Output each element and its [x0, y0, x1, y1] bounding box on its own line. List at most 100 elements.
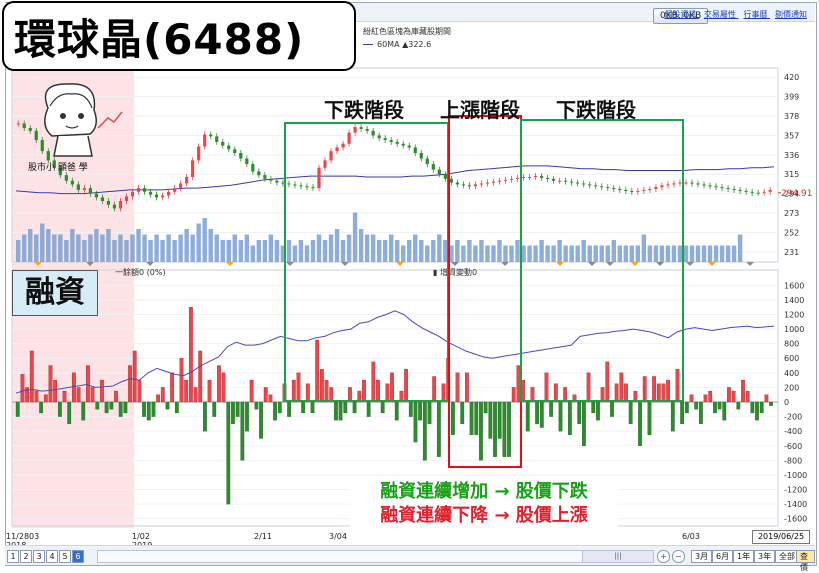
candle-body	[564, 180, 568, 182]
candle-body	[696, 183, 700, 185]
volume-bar	[142, 234, 147, 262]
page-1[interactable]: 1	[7, 550, 19, 563]
page-6[interactable]: 6	[72, 550, 84, 563]
range-6m-button[interactable]: 6月	[712, 550, 734, 563]
volume-bar	[491, 245, 496, 262]
volume-bar	[587, 245, 592, 262]
margin-change-bar	[549, 401, 554, 417]
range-3y-button[interactable]: 3年	[754, 550, 776, 563]
page-title: 環球晶(6488)	[14, 14, 305, 64]
margin-change-bar	[170, 372, 175, 403]
volume-bar	[707, 245, 713, 262]
candle-body	[768, 189, 772, 192]
candle-body	[419, 152, 423, 159]
margin-change-bar	[483, 401, 488, 414]
margin-change-bar	[114, 390, 118, 403]
zoom-out-icon[interactable]: −	[672, 550, 685, 563]
range-1y-button[interactable]: 1年	[733, 550, 755, 563]
margin-change-bar	[427, 401, 432, 425]
page-4[interactable]: 4	[46, 550, 58, 563]
margin-change-bar	[507, 401, 511, 457]
volume-bar	[503, 245, 508, 262]
volume-bar	[304, 245, 310, 262]
margin-tick-label: 800	[784, 340, 799, 349]
current-price-label: 294.91	[781, 189, 813, 199]
volume-bar	[196, 223, 201, 262]
candle-body	[335, 147, 339, 152]
date-box[interactable]: 2019/06/25	[752, 530, 810, 544]
volume-bar	[467, 240, 472, 262]
volume-bar	[154, 234, 159, 262]
margin-change-bar	[188, 307, 193, 403]
volume-bar	[497, 240, 502, 262]
candle-body	[124, 196, 129, 202]
candle-body	[167, 191, 171, 196]
query-button[interactable]: 查價	[796, 550, 815, 572]
volume-bar	[641, 234, 647, 262]
margin-change-bar	[334, 401, 338, 421]
price-tick-label: 231	[784, 248, 799, 257]
margin-change-bar	[493, 401, 497, 457]
volume-bar	[208, 229, 213, 262]
volume-bar	[443, 240, 448, 262]
volume-bar	[160, 240, 165, 262]
margin-change-bar	[301, 401, 306, 414]
candle-body	[491, 181, 496, 183]
margin-change-bar	[624, 383, 628, 403]
margin-change-bar	[128, 365, 132, 403]
margin-change-bar	[20, 374, 25, 403]
phase-label-down-2: 下跌階段	[556, 98, 636, 122]
candle-body	[473, 184, 478, 187]
price-tick-label: 378	[784, 112, 799, 121]
candle-body	[197, 146, 201, 161]
margin-change-bar	[71, 372, 76, 403]
margin-change-bar	[764, 394, 769, 403]
event-marker	[556, 262, 564, 266]
event-marker	[686, 262, 694, 266]
volume-bar	[28, 229, 33, 262]
margin-change-bar	[652, 376, 656, 403]
candle-body	[215, 136, 219, 142]
zoom-in-icon[interactable]: +	[657, 550, 670, 563]
event-marker	[631, 262, 639, 266]
candle-body	[293, 184, 297, 186]
candle-body	[443, 174, 447, 179]
scroll-thumb[interactable]: |||	[582, 551, 653, 562]
candle-body	[305, 186, 309, 188]
page-5[interactable]: 5	[59, 550, 71, 563]
candle-body	[233, 149, 237, 153]
margin-change-bar	[100, 379, 104, 403]
page-2[interactable]: 2	[20, 550, 32, 563]
candle-body	[311, 187, 315, 189]
volume-bar	[557, 240, 562, 262]
margin-change-bar	[488, 401, 493, 439]
margin-change-bar	[137, 379, 142, 403]
margin-change-bar	[104, 401, 109, 414]
margin-change-bar	[146, 401, 151, 421]
page-3[interactable]: 3	[33, 550, 45, 563]
candle-body	[203, 134, 207, 147]
volume-bar	[593, 245, 598, 262]
volume-bar	[292, 245, 298, 262]
candle-body	[287, 183, 291, 185]
volume-bar	[527, 245, 532, 262]
volume-bar	[340, 240, 346, 262]
margin-change-bar	[418, 401, 423, 421]
range-3m-button[interactable]: 3月	[691, 550, 713, 563]
margin-change-bar	[605, 361, 610, 403]
volume-bar	[689, 245, 695, 262]
margin-change-bar	[29, 350, 34, 403]
event-marker	[396, 262, 404, 266]
margin-change-bar	[479, 401, 483, 461]
volume-bar	[509, 245, 514, 262]
event-marker	[588, 262, 596, 266]
candle-body	[714, 186, 718, 188]
volume-bar	[148, 240, 153, 262]
candle-body	[660, 185, 664, 188]
margin-change-bar	[544, 372, 549, 403]
margin-change-bar	[736, 401, 741, 410]
candle-body	[377, 135, 381, 139]
margin-change-bar	[600, 387, 605, 403]
volume-bar	[238, 240, 244, 262]
timeline-scrollbar[interactable]: |||	[97, 550, 654, 563]
